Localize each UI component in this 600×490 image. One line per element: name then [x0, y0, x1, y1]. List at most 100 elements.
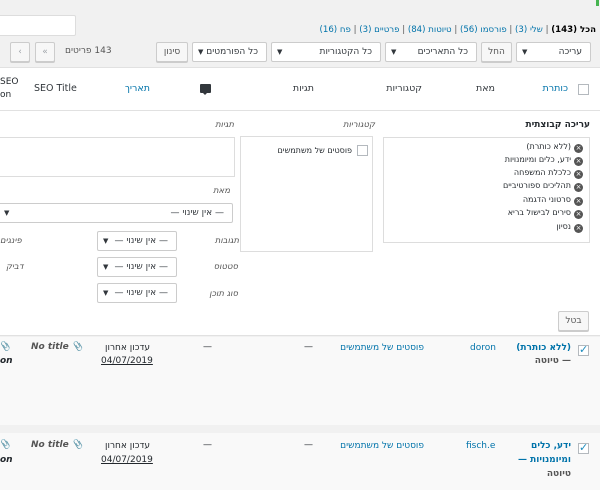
row-comments: — — [203, 342, 212, 352]
paperclip-icon: 📎 — [71, 342, 84, 352]
bulk-categories-label: קטגוריות — [343, 120, 375, 130]
seo-truncated-line1: SEO — [0, 77, 19, 87]
row-checkbox[interactable] — [578, 441, 589, 454]
remove-icon[interactable]: × — [574, 210, 583, 219]
paperclip-icon: 📎 — [0, 440, 11, 450]
row-tags: — — [304, 440, 313, 450]
filter-drafts[interactable]: טיוטות (84) — [408, 25, 452, 35]
remove-icon[interactable]: × — [574, 224, 583, 233]
bulk-title-item: ×נסיון — [556, 222, 583, 233]
categories-select[interactable]: כל הקטגוריות ▼ — [271, 42, 381, 62]
bulk-title-item: ×ידע, כלים ומיומנויות — [504, 155, 583, 166]
chevron-down-icon: ▼ — [198, 48, 204, 56]
dates-value: כל התאריכים — [417, 47, 468, 57]
bulk-title-item: ×תהליכים ספורטיביים — [502, 181, 583, 192]
row-state: טיוטה — [546, 469, 571, 479]
select-all-checkbox[interactable] — [578, 84, 589, 95]
row-tags: — — [304, 342, 313, 352]
remove-icon[interactable]: × — [574, 144, 583, 153]
row-checkbox[interactable] — [578, 343, 589, 356]
dates-select[interactable]: כל התאריכים ▼ — [385, 42, 477, 62]
remove-icon[interactable]: × — [574, 183, 583, 192]
table-row — [0, 433, 600, 490]
prev-page-button[interactable]: ‹ — [10, 42, 30, 62]
first-page-button[interactable]: « — [35, 42, 55, 62]
chevron-down-icon: ▼ — [103, 237, 109, 245]
row-seo-truncated: on — [0, 356, 13, 366]
bulk-cancel-button[interactable]: בטל — [558, 311, 589, 331]
remove-icon[interactable]: × — [574, 197, 583, 206]
column-seo-title: SEO Title — [34, 83, 77, 94]
paperclip-icon: 📎 — [71, 440, 84, 450]
bulk-pings-label: פינגים — [0, 236, 22, 246]
row-title-link-line2[interactable]: ומיומנויות — — [518, 455, 571, 465]
filter-trash[interactable]: פח (16) — [320, 25, 351, 35]
column-title[interactable]: כותרת — [543, 83, 568, 94]
chevron-down-icon: ▼ — [103, 263, 109, 271]
row-author-link[interactable]: fisch.e — [466, 441, 495, 451]
bulk-comments-label: תגובות — [214, 236, 239, 246]
chevron-down-icon: ▼ — [277, 48, 283, 56]
table-row — [0, 337, 600, 425]
row-category-link[interactable]: פוסטים של משתמשים — [340, 343, 424, 353]
row-comments: — — [203, 440, 212, 450]
chevron-down-icon: ▼ — [4, 209, 10, 217]
filter-mine[interactable]: שלי (3) — [515, 25, 543, 35]
category-option-label: פוסטים של משתמשים — [277, 146, 352, 155]
filter-button[interactable]: סינון — [156, 42, 188, 62]
row-date: 04/07/2019 — [101, 455, 153, 465]
bulk-format-select[interactable]: — אין שינוי — ▼ — [97, 283, 177, 303]
bulk-titles-list: ×(ללא כותרת) ×ידע, כלים ומיומנויות ×כלכל… — [383, 137, 590, 243]
row-category-link[interactable]: פוסטים של משתמשים — [340, 441, 424, 451]
bulk-tags-label: תגיות — [215, 120, 234, 130]
bulk-categories-box: פוסטים של משתמשים — [240, 136, 373, 252]
bulk-comments-select[interactable]: — אין שינוי — ▼ — [97, 231, 177, 251]
chevron-down-icon: ▼ — [103, 289, 109, 297]
filter-all[interactable]: הכל (143) — [551, 25, 596, 35]
bulk-status-select[interactable]: — אין שינוי — ▼ — [97, 257, 177, 277]
bulk-status-label: סטטוס — [213, 262, 238, 272]
row-seo-truncated: on — [0, 455, 13, 465]
row-seo-title: No title 📎 — [31, 440, 84, 450]
bulk-author-select[interactable]: — אין שינוי — ▼ — [0, 203, 233, 223]
comment-icon — [200, 84, 211, 95]
row-state: — טיוטה — [534, 356, 571, 366]
column-author: מאת — [475, 83, 495, 94]
column-categories: קטגוריות — [386, 83, 422, 94]
bulk-title-item: ×סירים לבישול בריא — [507, 208, 583, 219]
seo-truncated-line2: on — [0, 90, 12, 100]
remove-icon[interactable]: × — [574, 170, 583, 179]
bulk-status-value: — אין שינוי — — [114, 262, 168, 272]
category-checkbox[interactable] — [357, 145, 368, 156]
items-count: 143 פריטים — [65, 46, 112, 56]
formats-select[interactable]: כל הפורמטים ▼ — [192, 42, 267, 62]
row-date: 04/07/2019 — [101, 356, 153, 366]
bulk-title-item: ×כלכלת המשפחה — [513, 168, 583, 179]
bulk-format-value: — אין שינוי — — [114, 288, 168, 298]
bulk-tags-textarea[interactable] — [0, 137, 235, 177]
filter-private[interactable]: פרטיים (3) — [359, 25, 399, 35]
chevron-down-icon: ▼ — [391, 48, 397, 56]
remove-icon[interactable]: × — [574, 157, 583, 166]
formats-value: כל הפורמטים — [206, 47, 258, 57]
search-input[interactable] — [0, 15, 76, 36]
bulk-author-label: מאת — [212, 186, 230, 196]
row-title-link-line1[interactable]: ידע, כלים — [531, 441, 571, 451]
column-tags: תגיות — [292, 83, 314, 94]
filter-published[interactable]: פורסמו (56) — [460, 25, 507, 35]
paperclip-icon: 📎 — [0, 342, 11, 352]
bulk-edit-heading: עריכה קבוצתית — [525, 120, 590, 130]
column-date[interactable]: תאריך — [125, 83, 150, 94]
admin-notice-accent — [596, 0, 599, 6]
categories-value: כל הקטגוריות — [319, 47, 372, 57]
row-title-link[interactable]: (ללא כותרת) — [516, 343, 571, 353]
post-status-filters: הכל (143) | שלי (3) | פורסמו (56) | טיוט… — [319, 25, 597, 35]
bulk-format-label: סוג תוכן — [209, 289, 238, 299]
comment-icon-tail — [202, 92, 208, 95]
bulk-action-value: עריכה — [558, 47, 582, 57]
row-author-link[interactable]: doron — [470, 343, 496, 353]
bulk-sticky-label: דביק — [6, 262, 24, 272]
bulk-action-select[interactable]: עריכה ▼ — [516, 42, 591, 62]
apply-button[interactable]: החל — [481, 42, 512, 62]
bulk-title-item: ×סרטוני הדגמה — [522, 195, 583, 206]
